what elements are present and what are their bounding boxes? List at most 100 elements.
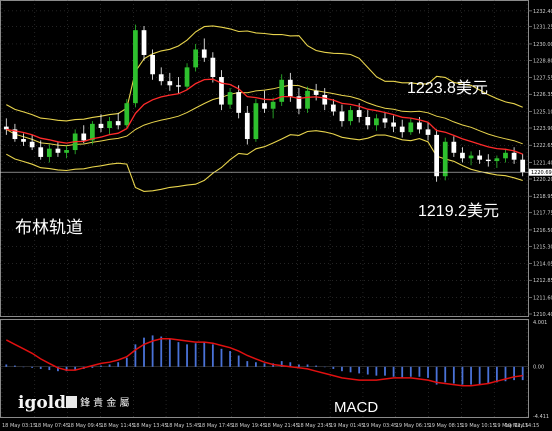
macd-bar bbox=[237, 355, 240, 367]
macd-bar bbox=[418, 366, 421, 377]
macd-bar bbox=[358, 366, 361, 374]
macd-bar bbox=[306, 364, 309, 367]
candle-body bbox=[434, 134, 439, 177]
macd-bar bbox=[91, 366, 94, 368]
candle bbox=[133, 24, 138, 108]
candle bbox=[434, 129, 439, 182]
candle bbox=[3, 118, 9, 135]
candle bbox=[158, 67, 164, 86]
candle bbox=[477, 150, 483, 164]
price-tick-label: 1220.20 bbox=[533, 177, 552, 183]
bollinger-label: 布林轨道 bbox=[15, 218, 83, 237]
candle bbox=[511, 147, 517, 164]
price-tick-label: 1225.10 bbox=[533, 109, 552, 115]
candle bbox=[382, 112, 388, 128]
time-tick-label: 18 May 03:15 bbox=[2, 423, 36, 429]
candle bbox=[176, 77, 181, 94]
candle-body bbox=[158, 74, 164, 82]
candle-body bbox=[262, 103, 267, 109]
macd-bar bbox=[298, 364, 300, 367]
candle-body bbox=[503, 152, 508, 159]
macd-bar bbox=[478, 366, 481, 385]
macd-bar bbox=[5, 364, 8, 367]
macd-bar bbox=[22, 366, 25, 368]
candle bbox=[12, 123, 18, 142]
logo-brand: igold bbox=[18, 393, 66, 413]
candle-body bbox=[176, 85, 181, 87]
time-tick-label: 18 May 21:45 bbox=[265, 423, 299, 429]
candle bbox=[468, 151, 474, 166]
candle bbox=[399, 119, 405, 138]
macd-tick-label: 0.00 bbox=[533, 365, 544, 371]
macd-bar bbox=[332, 366, 335, 369]
price-tick-label: 1211.60 bbox=[533, 295, 552, 301]
candle bbox=[339, 104, 345, 127]
chart-canvas: 1232.40 1231.25 1230.00 1228.80 1227.55 1226.… bbox=[0, 0, 552, 429]
price-tick-label: 1223.90 bbox=[533, 126, 552, 132]
candle bbox=[201, 38, 207, 62]
time-tick-label: 18 May 07:45 bbox=[35, 423, 69, 429]
candle bbox=[167, 72, 173, 91]
candle-body bbox=[356, 110, 362, 117]
candle bbox=[90, 121, 95, 145]
candle-body bbox=[270, 101, 276, 109]
macd-bar bbox=[461, 366, 464, 385]
candle bbox=[124, 99, 130, 128]
candle-body bbox=[511, 152, 517, 160]
price-tick-label: 1221.40 bbox=[533, 160, 552, 166]
macd-bar bbox=[452, 366, 455, 384]
upper-band-annotation: 1223.8美元 bbox=[407, 79, 488, 97]
macd-bar bbox=[384, 366, 386, 376]
current-price-label: 1220.69 bbox=[531, 170, 552, 176]
macd-bar bbox=[39, 366, 42, 369]
time-tick-label: 18 May 19:45 bbox=[232, 423, 266, 429]
candle bbox=[425, 122, 431, 141]
price-tick-label: 1215.30 bbox=[533, 244, 552, 250]
macd-bar bbox=[168, 338, 171, 367]
macd-bar bbox=[229, 351, 231, 367]
candle bbox=[262, 90, 267, 113]
candle-body bbox=[184, 67, 190, 87]
macd-bar bbox=[125, 357, 128, 367]
macd-bar bbox=[444, 366, 447, 383]
candle bbox=[348, 105, 353, 126]
candle bbox=[244, 105, 250, 145]
candle-body bbox=[382, 118, 388, 123]
candle-body bbox=[3, 126, 9, 130]
candle-body bbox=[451, 141, 457, 153]
candle bbox=[391, 115, 396, 133]
candle-body bbox=[107, 121, 112, 128]
candle bbox=[193, 43, 199, 72]
macd-bar bbox=[254, 362, 257, 367]
candle bbox=[374, 114, 379, 131]
candle-body bbox=[374, 118, 379, 126]
candle bbox=[46, 144, 52, 163]
candle bbox=[279, 74, 285, 106]
candle-body bbox=[81, 133, 87, 141]
candle-body bbox=[520, 159, 526, 173]
candle-body bbox=[55, 148, 61, 153]
candle-body bbox=[98, 123, 104, 128]
candle-body bbox=[365, 116, 371, 126]
candle bbox=[64, 145, 69, 159]
candle bbox=[150, 49, 155, 80]
candle bbox=[141, 26, 147, 61]
candle-body bbox=[115, 121, 121, 126]
candle bbox=[408, 118, 414, 135]
candle-body bbox=[244, 112, 250, 140]
candle-body bbox=[133, 30, 138, 104]
candle bbox=[184, 63, 190, 90]
candle-body bbox=[21, 139, 26, 142]
candle-body bbox=[313, 90, 319, 95]
candle-body bbox=[348, 110, 353, 122]
macd-bar bbox=[14, 365, 16, 367]
candle bbox=[219, 70, 224, 111]
price-tick-label: 1214.05 bbox=[533, 262, 552, 268]
candle bbox=[494, 155, 500, 168]
candle-body bbox=[425, 129, 431, 135]
macd-bar bbox=[186, 344, 188, 367]
candle-body bbox=[193, 49, 199, 68]
candle-body bbox=[322, 94, 328, 105]
candle-body bbox=[227, 92, 233, 105]
candle-body bbox=[339, 111, 345, 122]
